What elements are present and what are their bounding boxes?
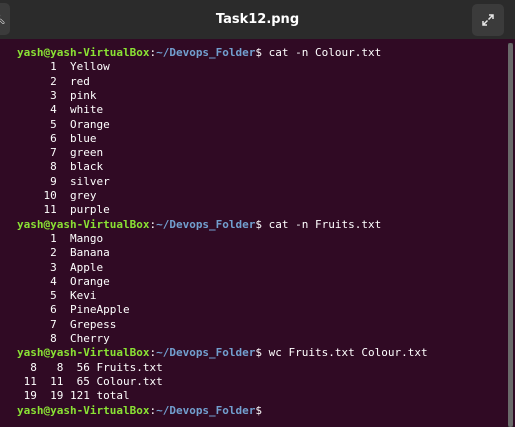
terminal-output[interactable]: yash@yash-VirtualBox:~/Devops_Folder$ ca… bbox=[0, 43, 515, 424]
expand-icon bbox=[482, 14, 494, 26]
output-line: 19 19 121 total bbox=[17, 389, 130, 403]
prompt-path: ~/Devops_Folder bbox=[156, 46, 256, 59]
output-line: 6 blue bbox=[17, 131, 97, 145]
output-line: 8 8 56 Fruits.txt bbox=[17, 360, 163, 374]
scrollbar-thumb[interactable] bbox=[508, 43, 513, 427]
prompt-user-host: yash@yash-VirtualBox bbox=[17, 403, 150, 417]
output-line: 11 11 65 Colour.txt bbox=[17, 374, 163, 388]
output-line: 8 Cherry bbox=[17, 332, 110, 345]
prompt-user-host: yash@yash-VirtualBox bbox=[17, 346, 150, 360]
prompt-path: ~/Devops_Folder bbox=[156, 403, 256, 417]
output-line: 10 grey bbox=[17, 189, 97, 202]
title-bar: 🔍︎ Task12.png bbox=[0, 0, 515, 39]
output-line: 4 Orange bbox=[17, 274, 110, 288]
output-line: 11 purple bbox=[17, 203, 110, 217]
prompt-line: yash@yash-VirtualBox:~/Devops_Folder$ wc… bbox=[17, 346, 428, 360]
prompt-line: yash@yash-VirtualBox:~/Devops_Folder$ bbox=[17, 404, 269, 418]
output-line: 3 Apple bbox=[17, 260, 104, 274]
output-line: 7 Grepess bbox=[17, 317, 117, 331]
output-line: 2 red bbox=[17, 74, 90, 88]
output-line: 5 Kevi bbox=[17, 289, 97, 303]
prompt-line: yash@yash-VirtualBox:~/Devops_Folder$ ca… bbox=[17, 46, 381, 60]
prompt-path: ~/Devops_Folder bbox=[156, 217, 256, 231]
scrollbar[interactable] bbox=[508, 43, 513, 427]
command-text: $ cat -n Colour.txt bbox=[255, 46, 382, 59]
command-text: $ wc Fruits.txt Colour.txt bbox=[255, 346, 428, 360]
output-line: 1 Yellow bbox=[17, 60, 110, 74]
prompt-path: ~/Devops_Folder bbox=[156, 346, 256, 360]
prompt-user-host: yash@yash-VirtualBox bbox=[17, 217, 150, 231]
output-line: 6 PineApple bbox=[17, 303, 130, 317]
output-line: 2 Banana bbox=[17, 246, 110, 260]
prompt-line: yash@yash-VirtualBox:~/Devops_Folder$ ca… bbox=[17, 218, 381, 232]
output-line: 3 pink bbox=[17, 88, 97, 102]
prompt-user-host: yash@yash-VirtualBox bbox=[17, 46, 150, 59]
output-line: 4 white bbox=[17, 103, 104, 117]
output-line: 9 silver bbox=[17, 174, 110, 188]
output-line: 8 black bbox=[17, 160, 104, 174]
window-title: Task12.png bbox=[215, 12, 300, 27]
output-line: 7 green bbox=[17, 146, 104, 160]
command-text: $ cat -n Fruits.txt bbox=[255, 217, 382, 231]
command-text: $ bbox=[255, 403, 269, 417]
output-line: 5 Orange bbox=[17, 117, 110, 131]
output-line: 1 Mango bbox=[17, 231, 104, 245]
expand-button[interactable] bbox=[472, 4, 504, 36]
